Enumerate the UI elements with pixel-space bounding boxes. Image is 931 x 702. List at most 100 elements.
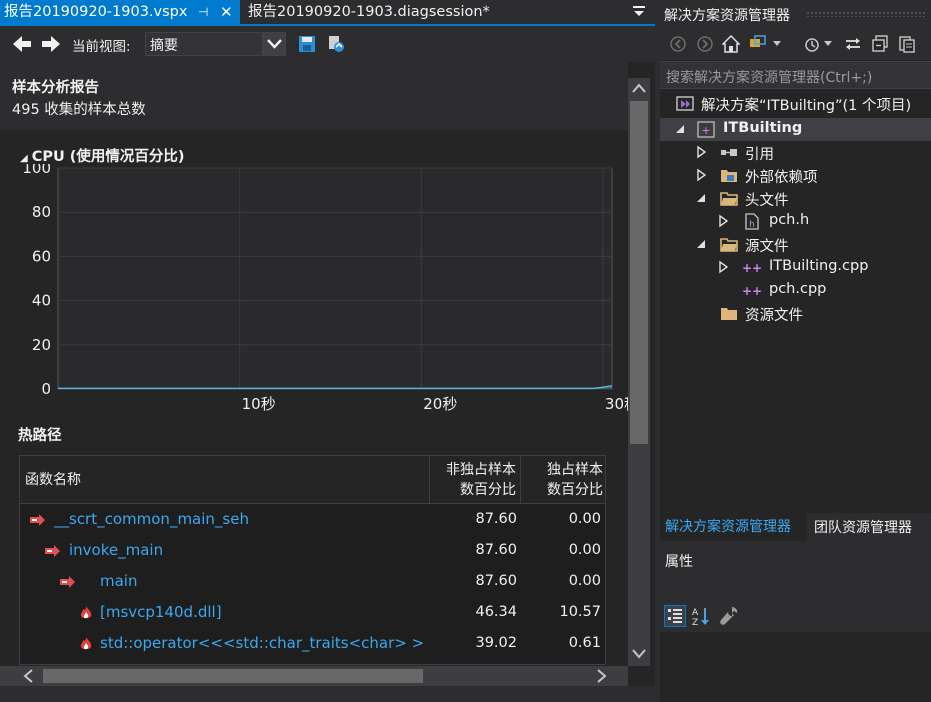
tab-team-explorer[interactable]: 团队资源管理器 xyxy=(808,513,931,541)
inclusive-value: 87.60 xyxy=(475,511,517,527)
collapsed-arrow-icon[interactable] xyxy=(695,168,707,182)
cpp-file-icon: ++ xyxy=(743,261,761,275)
tree-item-project[interactable]: + ITBuilting xyxy=(660,118,931,141)
inclusive-value: 87.60 xyxy=(475,542,517,558)
back-arrow-icon[interactable] xyxy=(12,35,32,53)
hot-path-table: 函数名称 非独占样本 数百分比 独占样本 数百分比 __scrt_common_… xyxy=(19,455,606,665)
panel-grip[interactable] xyxy=(806,11,926,17)
tree-item-pch-h[interactable]: h pch.h xyxy=(660,210,931,233)
tree-item-header-files[interactable]: 头文件 xyxy=(660,187,931,210)
svg-text:A: A xyxy=(692,608,699,618)
save-icon[interactable] xyxy=(298,35,316,53)
current-view-select[interactable]: 摘要 xyxy=(145,32,286,56)
tab-diagsession[interactable]: 报告20190920-1903.diagsession* xyxy=(241,0,621,24)
pending-changes-icon[interactable] xyxy=(803,35,821,53)
tree-item-resource-files[interactable]: 资源文件 xyxy=(660,302,931,325)
properties-object-selector[interactable] xyxy=(660,574,931,602)
pin-icon[interactable]: ⊣ xyxy=(198,0,208,24)
view-dropdown-button[interactable] xyxy=(262,33,285,55)
property-pages-wrench-icon[interactable] xyxy=(718,605,740,627)
sync-icon[interactable] xyxy=(844,35,862,53)
scroll-left-icon[interactable] xyxy=(22,669,34,683)
home-icon[interactable] xyxy=(722,35,740,53)
properties-panel: 属性 A Z xyxy=(660,546,931,702)
tab-vspx-report[interactable]: 报告20190920-1903.vspx ⊣ ✕ xyxy=(0,0,240,24)
collapse-all-icon[interactable] xyxy=(871,35,889,53)
close-icon[interactable]: ✕ xyxy=(220,0,233,24)
sample-count-text: 495 收集的样本总数 xyxy=(12,102,146,118)
expanded-arrow-icon[interactable] xyxy=(695,191,707,205)
switch-views-icon[interactable] xyxy=(749,35,767,53)
expanded-arrow-icon[interactable] xyxy=(674,122,686,136)
vertical-scroll-thumb[interactable] xyxy=(630,101,648,444)
tree-label: pch.h xyxy=(769,212,810,228)
chevron-down-icon[interactable] xyxy=(773,41,781,47)
collapsed-arrow-icon[interactable] xyxy=(717,214,729,228)
exclusive-value: 0.00 xyxy=(568,511,601,527)
table-row[interactable]: invoke_main 87.60 0.00 xyxy=(20,536,605,567)
tab-overflow-dropdown-icon[interactable] xyxy=(633,4,645,18)
tree-item-external-deps[interactable]: 外部依赖项 xyxy=(660,164,931,187)
expanded-arrow-icon[interactable] xyxy=(695,237,707,251)
references-icon xyxy=(721,149,737,156)
collapsed-arrow-icon[interactable] xyxy=(717,260,729,274)
collapsed-arrow-icon[interactable] xyxy=(695,145,707,159)
table-row[interactable]: __scrt_common_main_seh 87.60 0.00 xyxy=(20,505,605,536)
back-icon[interactable] xyxy=(669,35,687,53)
alphabetical-view-icon[interactable]: A Z xyxy=(690,605,712,627)
cpu-section-title: CPU (使用情况百分比) xyxy=(31,149,185,165)
tree-label: pch.cpp xyxy=(769,281,827,297)
forward-icon[interactable] xyxy=(696,35,714,53)
solution-icon xyxy=(676,96,694,111)
vertical-scrollbar[interactable] xyxy=(628,78,650,666)
chevron-down-icon[interactable] xyxy=(824,41,832,47)
hot-path-icon xyxy=(30,514,45,526)
cpu-section-header[interactable]: ◢ CPU (使用情况百分比) xyxy=(20,145,185,166)
tree-label: 资源文件 xyxy=(745,308,803,324)
chart-x-tick-label: 30秒 xyxy=(605,395,628,413)
scroll-down-icon[interactable] xyxy=(632,648,646,660)
scroll-up-icon[interactable] xyxy=(632,82,646,94)
chevron-down-icon xyxy=(267,39,282,49)
table-row[interactable]: std::operator<<<std::char_traits<char> >… xyxy=(20,629,605,660)
table-row[interactable]: main 87.60 0.00 xyxy=(20,567,605,598)
chart-y-tick-label: 20 xyxy=(32,336,51,354)
tree-item-solution[interactable]: 解决方案“ITBuilting”(1 个项目) xyxy=(660,92,931,115)
hot-path-title: 热路径 xyxy=(18,428,62,444)
tree-label: 外部依赖项 xyxy=(745,170,818,186)
tree-item-pch-cpp[interactable]: ++ pch.cpp xyxy=(660,279,931,302)
categorized-view-icon[interactable] xyxy=(664,605,686,627)
explorer-tab-strip: 解决方案资源管理器 团队资源管理器 xyxy=(660,513,931,541)
function-name-link[interactable]: main xyxy=(100,572,137,590)
show-all-files-icon[interactable] xyxy=(898,35,916,53)
column-inclusive-percent[interactable]: 非独占样本 数百分比 xyxy=(430,456,521,504)
tree-item-source-files[interactable]: 源文件 xyxy=(660,233,931,256)
tree-item-references[interactable]: 引用 xyxy=(660,141,931,164)
horizontal-scroll-thumb[interactable] xyxy=(43,669,423,683)
solution-search-input[interactable]: 搜索解决方案资源管理器(Ctrl+;) xyxy=(660,61,931,89)
horizontal-scrollbar[interactable] xyxy=(18,666,628,686)
column-exclusive-line1: 独占样本 xyxy=(547,462,603,478)
project-icon: + xyxy=(697,121,715,138)
chart-x-tick-label: 10秒 xyxy=(242,395,276,413)
function-name-link[interactable]: [msvcp140d.dll] xyxy=(100,603,222,621)
tab-vspx-label: 报告20190920-1903.vspx xyxy=(4,4,188,20)
tree-label: 引用 xyxy=(745,147,774,163)
chart-y-tick-label: 0 xyxy=(41,380,51,398)
function-name-link[interactable]: std::operator<<<std::char_traits<char> > xyxy=(100,634,424,652)
column-function-name[interactable]: 函数名称 xyxy=(20,456,430,504)
function-name-link[interactable]: __scrt_common_main_seh xyxy=(54,510,249,528)
tree-label: 头文件 xyxy=(745,193,789,209)
tree-label: ITBuilting xyxy=(723,120,803,136)
function-name-link[interactable]: invoke_main xyxy=(69,541,163,559)
svg-text:+: + xyxy=(701,124,710,137)
column-exclusive-percent[interactable]: 独占样本 数百分比 xyxy=(521,456,605,504)
scroll-right-icon[interactable] xyxy=(596,669,608,683)
tree-item-itbuilting-cpp[interactable]: ++ ITBuilting.cpp xyxy=(660,256,931,279)
collapse-triangle-icon[interactable]: ◢ xyxy=(20,153,28,164)
tab-solution-explorer[interactable]: 解决方案资源管理器 xyxy=(660,513,807,541)
export-report-icon[interactable] xyxy=(327,35,345,53)
table-row[interactable]: [msvcp140d.dll] 46.34 10.57 xyxy=(20,598,605,629)
summary-section: 样本分析报告 495 收集的样本总数 xyxy=(0,62,628,130)
forward-arrow-icon[interactable] xyxy=(41,35,61,53)
